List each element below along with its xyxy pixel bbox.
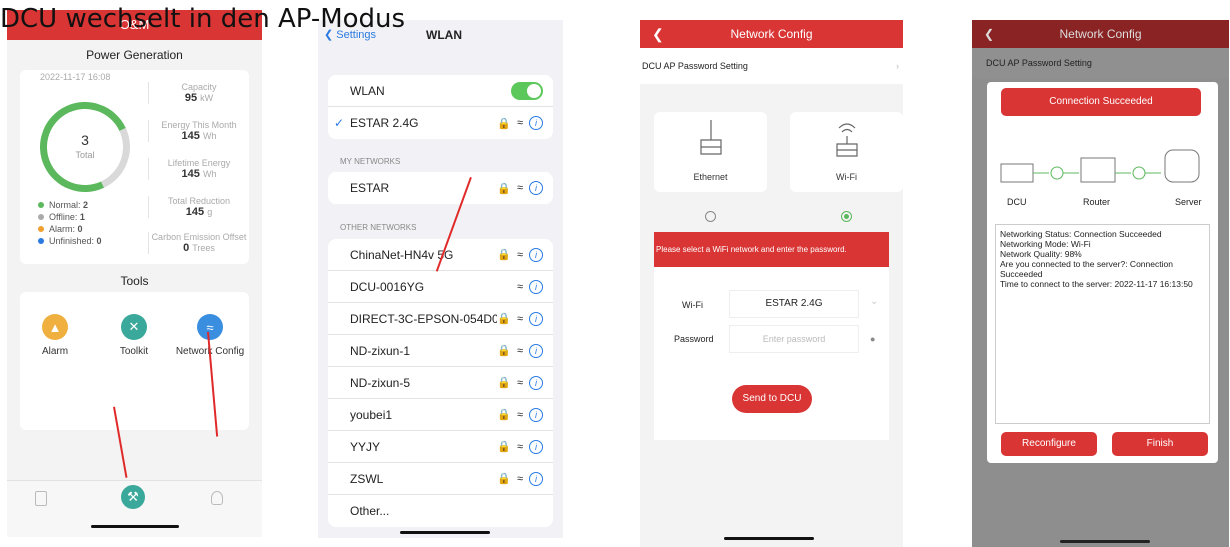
wlan-group: WLAN ✓ ESTAR 2.4G 🔒 ≈ i [328, 75, 553, 139]
wifi-form: Please select a WiFi network and enter t… [654, 232, 889, 440]
back-arrow-icon[interactable]: ❮ [984, 20, 994, 48]
toolkit-icon: ✕ [121, 314, 147, 340]
ios-wlan-screen: ❮ Settings WLAN WLAN ✓ ESTAR 2.4G 🔒 ≈ i MY… [318, 20, 563, 538]
legend-offline: Offline: 1 [38, 212, 85, 222]
instruction-banner: Please select a WiFi network and enter t… [654, 232, 889, 267]
caption-text: DCU wechselt in den AP-Modus [0, 4, 406, 34]
ethernet-icon [699, 120, 722, 155]
gauge-label: Total [75, 150, 95, 160]
wifi-icon: ≈ [197, 314, 223, 340]
wifi-router-icon [835, 123, 858, 157]
my-networks-label: MY NETWORKS [340, 157, 401, 166]
stat-carbon-offset: Carbon Emission Offset 0 Trees [148, 232, 249, 254]
legend-alarm: Alarm: 0 [38, 224, 83, 234]
home-indicator [724, 537, 814, 540]
list-item[interactable]: DCU-0016YG ≈ i [328, 271, 553, 303]
my-networks-group: ESTAR 🔒 ≈ i [328, 172, 553, 204]
chevron-down-icon[interactable]: ⌄ [870, 296, 878, 307]
legend-normal: Normal: 2 [38, 200, 88, 210]
connection-status-button: Connection Succeeded [1001, 88, 1201, 116]
wifi-radio[interactable] [841, 211, 852, 222]
wlan-title: WLAN [426, 28, 462, 42]
wifi-option[interactable]: Wi-Fi [790, 112, 903, 192]
stat-lifetime-energy: Lifetime Energy 145 Wh [148, 158, 249, 180]
home-indicator [91, 525, 179, 528]
other-networks-group: ChinaNet-HN4v 5G 🔒 ≈ i DCU-0016YG ≈ i DIRECT-… [328, 239, 553, 527]
reconfigure-button[interactable]: Reconfigure [1001, 432, 1097, 456]
list-item[interactable]: Other... [328, 495, 553, 527]
stat-total-reduction: Total Reduction 145 g [148, 196, 249, 218]
wrench-tab-icon[interactable]: ⚒ [121, 485, 145, 509]
list-item[interactable]: YYJY 🔒 ≈ i [328, 431, 553, 463]
eye-icon[interactable]: ● [870, 334, 875, 344]
chevron-right-icon: › [896, 61, 899, 71]
header-bar: ❮ Network Config [972, 20, 1229, 48]
status-log: Networking Status: Connection Succeeded … [995, 224, 1210, 424]
date-label: 2022-11-17 16:08 [40, 72, 111, 82]
wifi-select[interactable]: ESTAR 2.4G [729, 290, 859, 318]
wifi-icon: ≈ [516, 117, 523, 129]
home-indicator [400, 531, 490, 534]
gauge-value: 3 [81, 132, 89, 148]
alarm-tool[interactable]: ▲ Alarm [20, 314, 90, 357]
back-arrow-icon[interactable]: ❮ [652, 20, 664, 48]
list-item[interactable]: youbei1 🔒 ≈ i [328, 399, 553, 431]
toolkit-tool[interactable]: ✕ Toolkit [99, 314, 169, 357]
wlan-toggle[interactable] [511, 81, 543, 100]
list-item[interactable]: ZSWL 🔒 ≈ i [328, 463, 553, 495]
legend-unfinished: Unfinished: 0 [38, 236, 102, 246]
router-label: Router [1083, 197, 1111, 207]
ap-password-row[interactable]: DCU AP Password Setting › [640, 48, 903, 84]
wifi-label: Wi-Fi [682, 300, 703, 310]
ethernet-option[interactable]: Ethernet [654, 112, 767, 192]
stat-capacity: Capacity 95 kW [148, 82, 249, 104]
alarm-icon: ▲ [42, 314, 68, 340]
list-item[interactable]: ND-zixun-1 🔒 ≈ i [328, 335, 553, 367]
finish-button[interactable]: Finish [1112, 432, 1208, 456]
header-bar: ❮ Network Config [640, 20, 903, 48]
tools-title: Tools [120, 274, 149, 288]
dcu-label: DCU [1007, 197, 1027, 207]
other-networks-label: OTHER NETWORKS [340, 223, 417, 232]
document-tab-icon[interactable] [35, 491, 47, 506]
stat-energy-month: Energy This Month 145 Wh [148, 120, 249, 142]
send-to-dcu-button[interactable]: Send to DCU [732, 385, 812, 413]
bottom-tab-bar: ⚒ [7, 480, 262, 537]
network-topology [1000, 149, 1200, 183]
connected-network-row[interactable]: ✓ ESTAR 2.4G 🔒 ≈ i [328, 107, 553, 139]
connection-result-screen: ❮ Network Config DCU AP Password Setting… [972, 20, 1229, 547]
home-indicator [1060, 540, 1150, 543]
network-config-screen: ❮ Network Config DCU AP Password Setting… [640, 20, 903, 547]
user-tab-icon[interactable] [211, 491, 223, 505]
info-icon: i [529, 116, 543, 130]
power-generation-title: Power Generation [86, 48, 183, 62]
server-label: Server [1175, 197, 1202, 207]
power-card: 2022-11-17 16:08 3 Total Normal: 2 Offli… [20, 70, 249, 264]
ap-password-row: DCU AP Password Setting [972, 48, 1229, 78]
wlan-toggle-row: WLAN [328, 75, 553, 107]
ethernet-radio[interactable] [705, 211, 716, 222]
password-label: Password [674, 334, 714, 344]
list-item[interactable]: ND-zixun-5 🔒 ≈ i [328, 367, 553, 399]
om-app-screen: O&M Power Generation 2022-11-17 16:08 3 … [7, 10, 262, 537]
password-input[interactable]: Enter password [729, 325, 859, 353]
list-item[interactable]: ESTAR 🔒 ≈ i [328, 172, 553, 204]
result-dialog: Connection Succeeded DCU Router Server N… [987, 82, 1218, 463]
list-item[interactable]: DIRECT-3C-EPSON-054D07 🔒 ≈ i [328, 303, 553, 335]
